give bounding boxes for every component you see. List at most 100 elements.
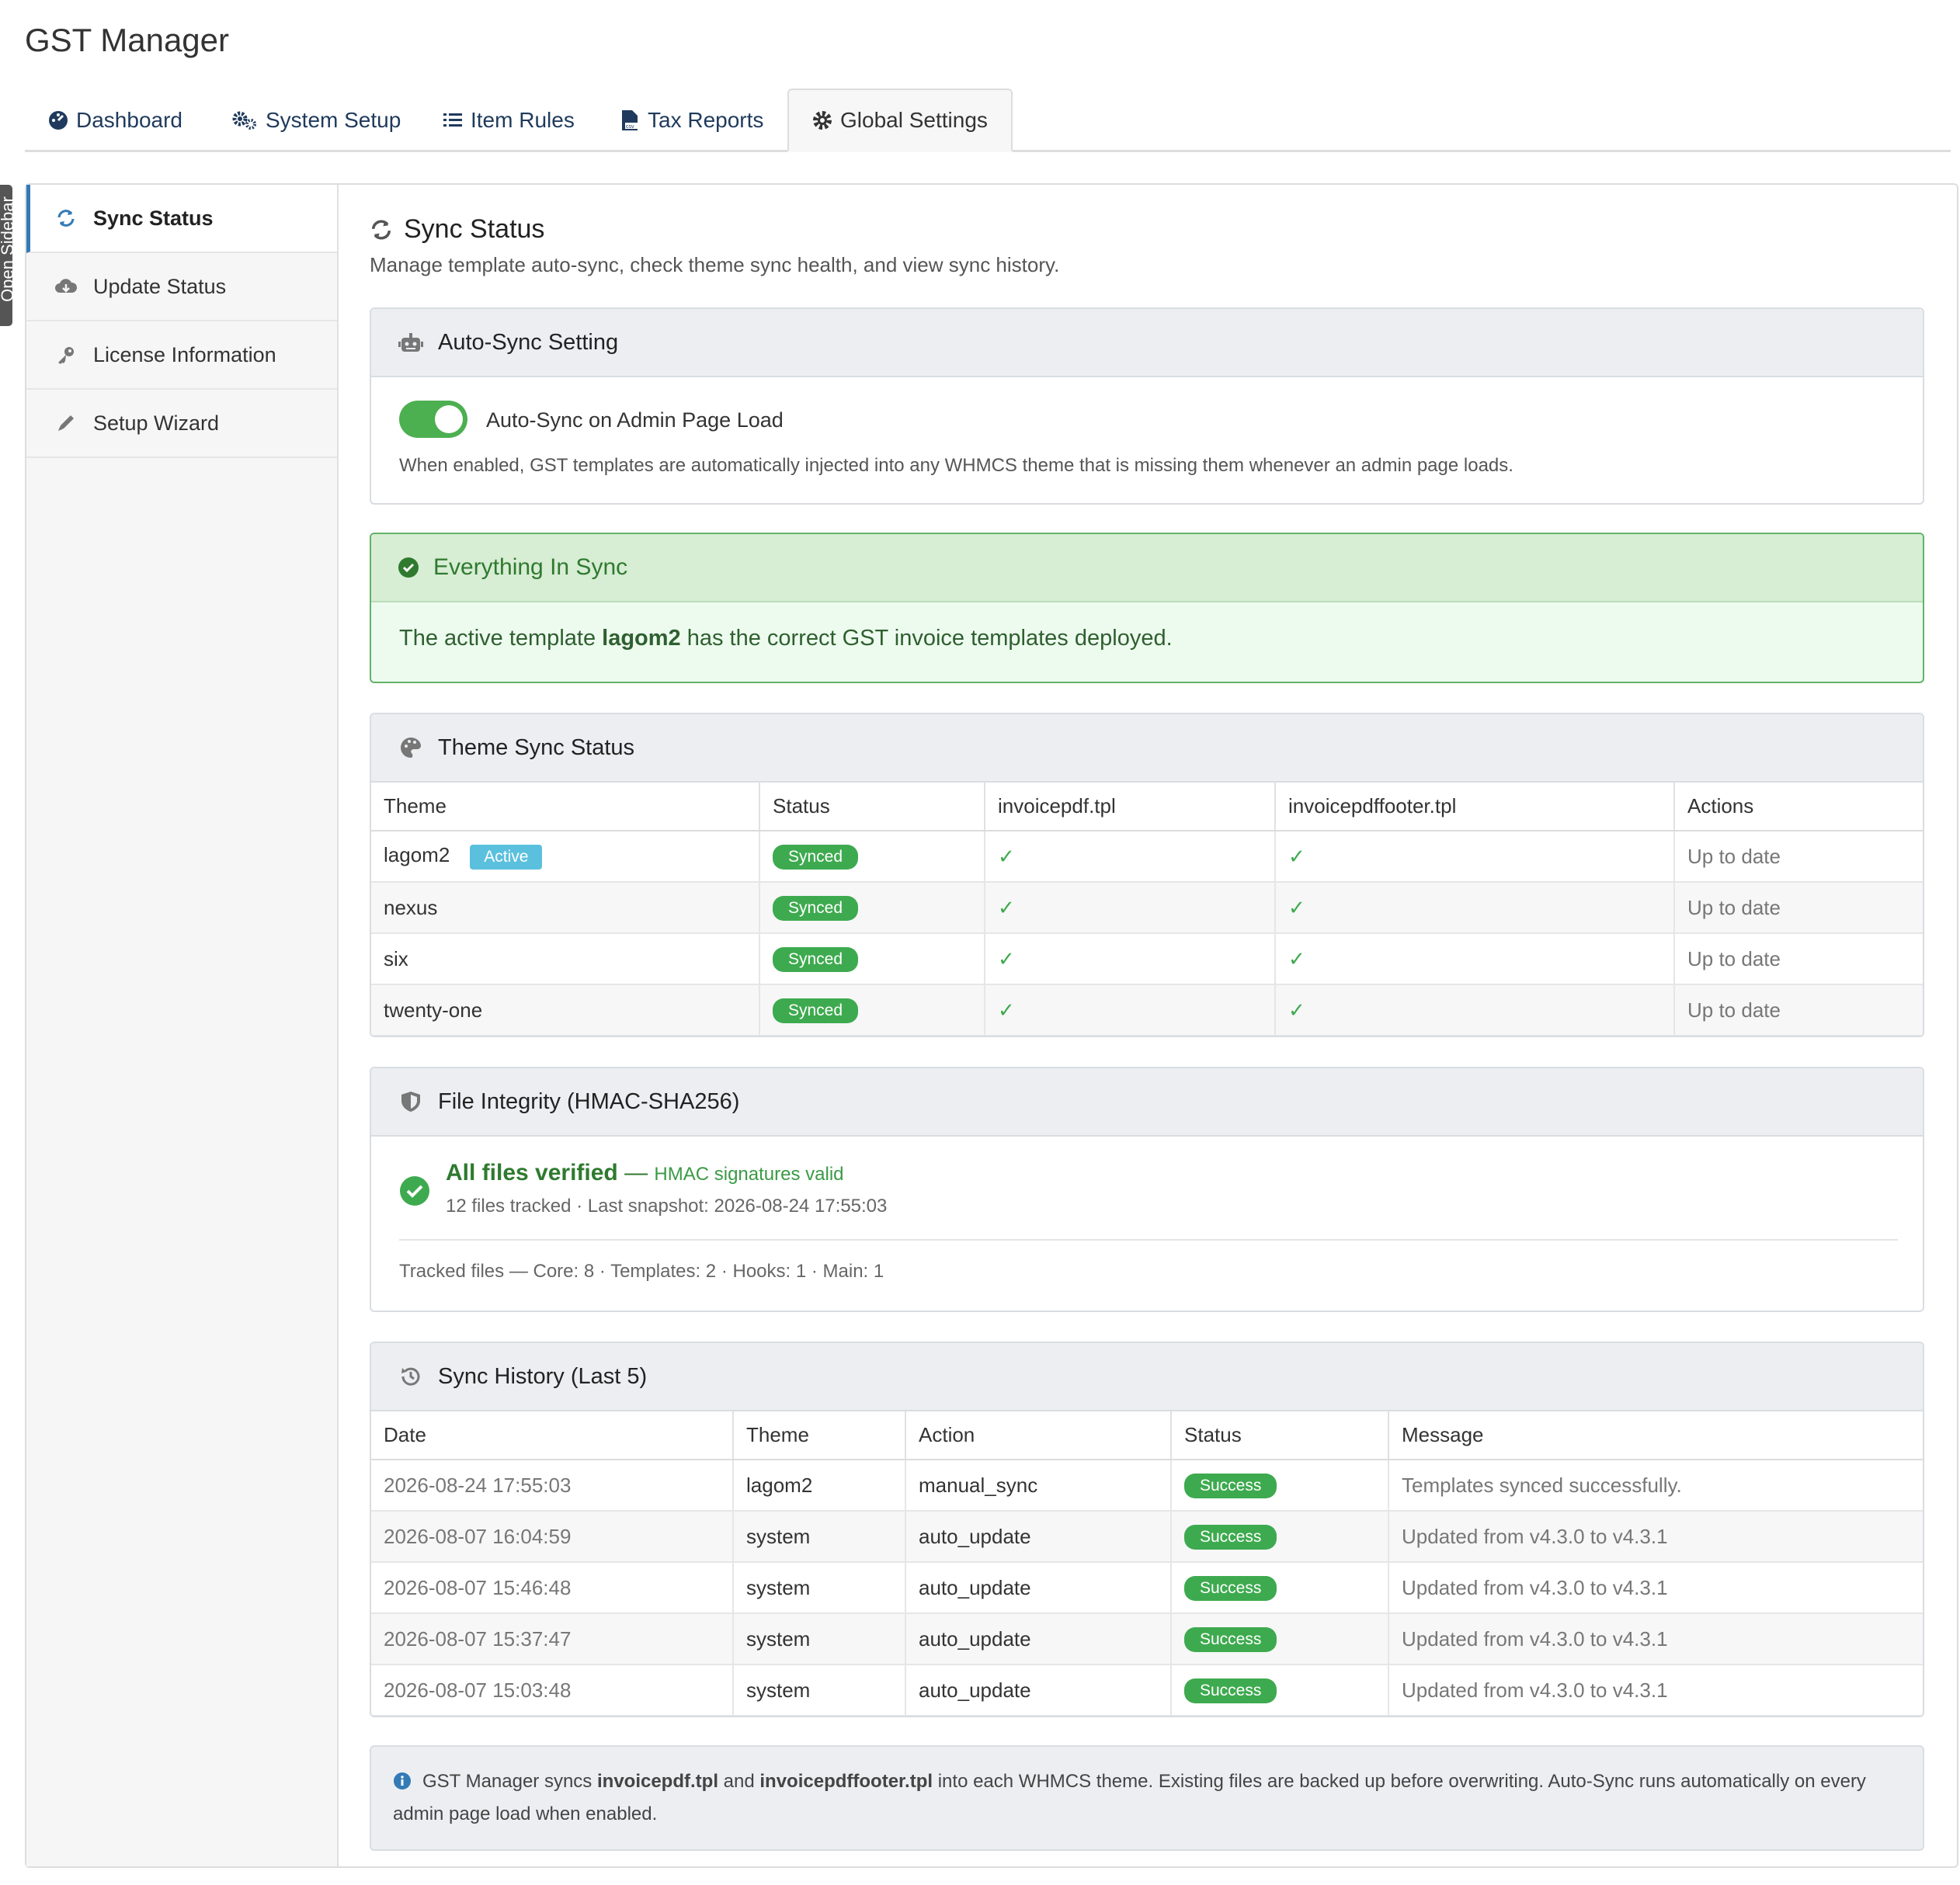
column-header: Status bbox=[1171, 1411, 1389, 1460]
table-row: twenty-one Synced ✓ ✓ Up to date bbox=[371, 984, 1923, 1036]
status-badge: Success bbox=[1184, 1525, 1277, 1550]
settings-frame: Sync Status Update Status License Inform… bbox=[25, 183, 1958, 1868]
column-header: Theme bbox=[733, 1411, 906, 1460]
action-cell: Up to date bbox=[1674, 882, 1923, 934]
autosync-toggle-label: Auto-Sync on Admin Page Load bbox=[486, 408, 784, 432]
history-header-text: Sync History (Last 5) bbox=[438, 1363, 648, 1389]
table-row: six Synced ✓ ✓ Up to date bbox=[371, 933, 1923, 985]
table-header-row: Date Theme Action Status Message bbox=[371, 1411, 1923, 1460]
open-sidebar-label: Open Sidebar bbox=[0, 196, 12, 302]
tachometer-icon bbox=[48, 110, 68, 130]
column-header: Message bbox=[1388, 1411, 1923, 1460]
status-cell: Success bbox=[1171, 1613, 1389, 1665]
check-icon: ✓ bbox=[1275, 984, 1675, 1036]
tab-item-rules[interactable]: Item Rules bbox=[443, 89, 575, 152]
tab-tax-reports[interactable]: csv Tax Reports bbox=[620, 89, 763, 152]
sync-alert-header: Everything In Sync bbox=[371, 534, 1923, 602]
column-header: Actions bbox=[1674, 783, 1923, 831]
message-cell: Updated from v4.3.0 to v4.3.1 bbox=[1388, 1511, 1923, 1563]
status-badge: Success bbox=[1184, 1576, 1277, 1601]
sidebar-item-setup-wizard[interactable]: Setup Wizard bbox=[26, 390, 337, 458]
column-header: Status bbox=[759, 783, 985, 831]
sync-alert-template: lagom2 bbox=[602, 626, 681, 651]
tab-dashboard[interactable]: Dashboard bbox=[48, 89, 182, 152]
theme-cell: system bbox=[733, 1562, 906, 1614]
tab-system-setup[interactable]: System Setup bbox=[231, 89, 401, 152]
history-header: Sync History (Last 5) bbox=[371, 1343, 1923, 1411]
theme-sync-header: Theme Sync Status bbox=[371, 714, 1923, 783]
list-icon bbox=[443, 110, 463, 130]
autosync-panel-header: Auto-Sync Setting bbox=[371, 309, 1923, 377]
check-icon: ✓ bbox=[985, 882, 1276, 934]
sync-alert-title: Everything In Sync bbox=[433, 554, 628, 580]
status-cell: Synced bbox=[759, 933, 985, 985]
info-file: invoicepdffooter.tpl bbox=[759, 1771, 933, 1792]
table-row: nexus Synced ✓ ✓ Up to date bbox=[371, 882, 1923, 934]
table-row: 2026-08-07 15:03:48 system auto_update S… bbox=[371, 1665, 1923, 1716]
open-sidebar-handle[interactable]: Open Sidebar bbox=[0, 185, 12, 326]
status-badge: Synced bbox=[773, 998, 859, 1023]
integrity-detail: 12 files tracked · Last snapshot: 2026-0… bbox=[446, 1196, 888, 1217]
sync-alert-panel: Everything In Sync The active template l… bbox=[370, 533, 1924, 683]
status-badge: Synced bbox=[773, 896, 859, 921]
status-badge: Success bbox=[1184, 1474, 1277, 1498]
status-badge: Success bbox=[1184, 1627, 1277, 1652]
info-text: and bbox=[718, 1771, 760, 1792]
table-row: 2026-08-07 15:46:48 system auto_update S… bbox=[371, 1562, 1923, 1614]
status-cell: Synced bbox=[759, 984, 985, 1036]
history-icon bbox=[398, 1363, 424, 1390]
active-badge: Active bbox=[470, 845, 543, 870]
theme-cell: system bbox=[733, 1511, 906, 1563]
theme-name: twenty-one bbox=[371, 984, 760, 1036]
autosync-description: When enabled, GST templates are automati… bbox=[399, 455, 1513, 476]
sync-alert-text: The active template bbox=[399, 626, 603, 651]
autosync-panel: Auto-Sync Setting Auto-Sync on Admin Pag… bbox=[370, 307, 1924, 505]
check-circle-icon bbox=[399, 1175, 430, 1210]
check-circle-icon bbox=[398, 557, 419, 578]
integrity-header: File Integrity (HMAC-SHA256) bbox=[371, 1068, 1923, 1137]
status-cell: Synced bbox=[759, 831, 985, 883]
top-tabs: Dashboard System Setup Item Rules csv Ta… bbox=[25, 89, 1951, 152]
divider bbox=[399, 1239, 1898, 1241]
status-badge: Synced bbox=[773, 947, 859, 972]
sidebar-item-license-information[interactable]: License Information bbox=[26, 321, 337, 390]
tab-tax-reports-label: Tax Reports bbox=[648, 108, 764, 132]
date-cell: 2026-08-07 15:46:48 bbox=[371, 1562, 734, 1614]
action-cell: auto_update bbox=[905, 1665, 1172, 1716]
settings-sidenav: Sync Status Update Status License Inform… bbox=[26, 185, 339, 1866]
table-row: 2026-08-07 16:04:59 system auto_update S… bbox=[371, 1511, 1923, 1563]
tab-system-setup-label: System Setup bbox=[266, 108, 401, 132]
action-cell: Up to date bbox=[1674, 984, 1923, 1036]
column-header: invoicepdffooter.tpl bbox=[1275, 783, 1675, 831]
date-cell: 2026-08-24 17:55:03 bbox=[371, 1460, 734, 1512]
tab-global-settings[interactable]: Global Settings bbox=[787, 89, 1013, 152]
gear-icon bbox=[812, 110, 832, 130]
tab-dashboard-label: Dashboard bbox=[76, 108, 182, 132]
check-icon: ✓ bbox=[985, 831, 1276, 883]
autosync-header-text: Auto-Sync Setting bbox=[438, 329, 619, 355]
check-icon: ✓ bbox=[1275, 933, 1675, 985]
info-file: invoicepdf.tpl bbox=[596, 1771, 718, 1792]
theme-cell: lagom2 Active bbox=[371, 831, 760, 883]
sync-icon bbox=[54, 207, 78, 230]
status-cell: Success bbox=[1171, 1460, 1389, 1512]
check-icon: ✓ bbox=[985, 984, 1276, 1036]
sync-alert-text: has the correct GST invoice templates de… bbox=[680, 626, 1173, 651]
action-cell: manual_sync bbox=[905, 1460, 1172, 1512]
info-text: GST Manager syncs bbox=[422, 1771, 597, 1792]
check-icon: ✓ bbox=[985, 933, 1276, 985]
status-cell: Success bbox=[1171, 1562, 1389, 1614]
sidebar-item-sync-status[interactable]: Sync Status bbox=[26, 185, 337, 253]
key-icon bbox=[54, 343, 78, 366]
table-header-row: Theme Status invoicepdf.tpl invoicepdffo… bbox=[371, 783, 1923, 831]
autosync-toggle[interactable] bbox=[399, 401, 467, 438]
status-cell: Synced bbox=[759, 882, 985, 934]
cloud-download-icon bbox=[54, 275, 78, 298]
check-icon: ✓ bbox=[1275, 831, 1675, 883]
theme-name: nexus bbox=[371, 882, 760, 934]
integrity-title: All files verified bbox=[446, 1160, 618, 1186]
sidebar-item-update-status[interactable]: Update Status bbox=[26, 253, 337, 321]
column-header: Theme bbox=[371, 783, 760, 831]
integrity-subtitle: HMAC signatures valid bbox=[654, 1164, 844, 1185]
sidebar-item-label: Sync Status bbox=[93, 206, 214, 230]
